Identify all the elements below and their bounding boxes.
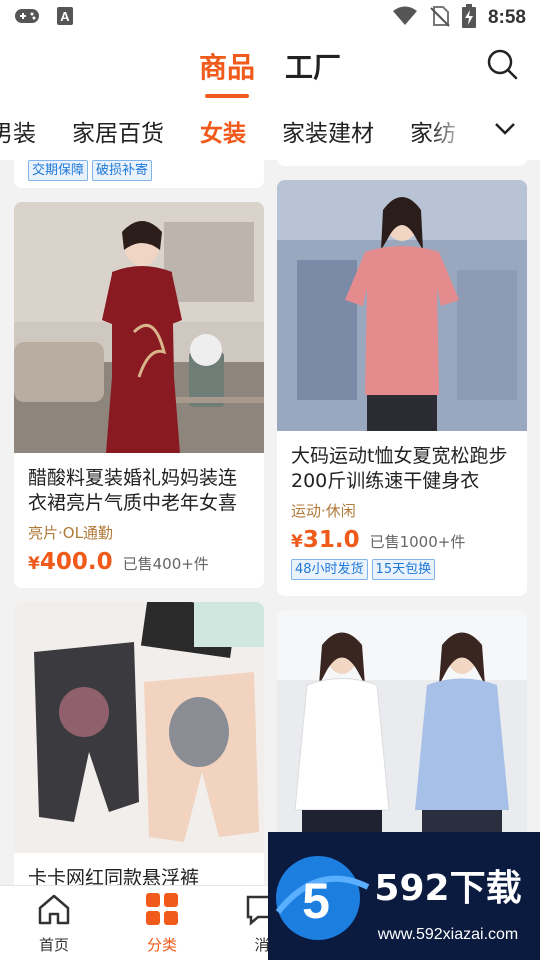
price-currency: ¥ <box>291 532 303 552</box>
main-tabs: 商品 工厂 <box>0 46 540 98</box>
category-fade <box>430 98 470 160</box>
search-icon[interactable] <box>486 48 520 82</box>
sold-count: 已售1000+件 <box>369 533 466 551</box>
tag-badge: 15天包换 <box>371 559 436 580</box>
battery-charging-icon <box>461 4 476 32</box>
product-price: 31.0 <box>302 527 360 553</box>
nav-home[interactable]: 首页 <box>14 892 94 955</box>
price-currency: ¥ <box>28 554 40 574</box>
tag-badge: 破损补寄 <box>92 160 153 181</box>
product-image[interactable] <box>14 602 264 853</box>
wifi-icon <box>392 6 418 30</box>
tag-badge: 交期保障 <box>28 160 89 181</box>
svg-text:A: A <box>60 9 70 24</box>
product-image[interactable] <box>14 202 264 453</box>
home-icon <box>36 894 72 930</box>
product-card[interactable]: 醋酸料夏装婚礼妈妈装连衣裙亮片气质中老年女喜 亮片·OL通勤 ¥ 400.0 已… <box>14 202 264 588</box>
chevron-down-icon[interactable] <box>470 98 540 160</box>
product-title[interactable]: 卡卡网红同款悬浮裤 <box>28 866 250 885</box>
product-title[interactable]: 大码运动t恤女夏宽松跑步200斤训练速干健身衣 <box>291 444 513 494</box>
category-mens[interactable]: 男装 <box>0 114 36 148</box>
tag-badge: 48小时发货 <box>291 559 368 580</box>
gamepad-icon <box>14 7 40 29</box>
nav-category-label: 分类 <box>146 936 177 954</box>
product-title[interactable]: 醋酸料夏装婚礼妈妈装连衣裙亮片气质中老年女喜 <box>28 466 250 516</box>
product-style: 运动·休闲 <box>291 502 356 520</box>
category-building-materials[interactable]: 家装建材 <box>282 114 374 148</box>
category-grid-icon <box>144 893 180 930</box>
watermark-logo: 5 592下载 www.592xiazai.com <box>268 832 540 960</box>
category-home-goods[interactable]: 家居百货 <box>72 114 164 148</box>
no-sim-icon <box>430 5 450 31</box>
tab-factory[interactable]: 工厂 <box>285 46 341 98</box>
watermark-digit: 5 <box>302 873 330 929</box>
watermark-url: www.592xiazai.com <box>377 926 519 943</box>
keyboard-a-icon: A <box>56 6 74 30</box>
nav-category[interactable]: 分类 <box>122 892 202 955</box>
watermark-brand: 592下载 <box>374 868 521 909</box>
status-time: 8:58 <box>487 7 526 28</box>
nav-home-label: 首页 <box>38 936 69 954</box>
product-feed[interactable]: 交期保障 破损补寄 醋酸料夏装婚礼妈妈装连衣裙亮片气质中老年女喜 亮片·OL通勤… <box>0 160 540 885</box>
product-card[interactable] <box>277 160 527 166</box>
header: 商品 工厂 <box>0 36 540 98</box>
product-style: 亮片·OL通勤 <box>28 524 113 542</box>
category-womens[interactable]: 女装 <box>200 114 246 148</box>
product-image[interactable] <box>277 180 527 431</box>
tab-products[interactable]: 商品 <box>199 46 255 98</box>
product-card[interactable]: 大码运动t恤女夏宽松跑步200斤训练速干健身衣 运动·休闲 ¥ 31.0 已售1… <box>277 180 527 596</box>
product-price: 400.0 <box>39 549 113 575</box>
sold-count: 已售400+件 <box>122 555 209 573</box>
product-card[interactable]: 卡卡网红同款悬浮裤 <box>14 602 264 885</box>
category-bar: 男装 家居百货 女装 家装建材 家纺 <box>0 98 540 160</box>
watermark-overlay: 5 592下载 www.592xiazai.com <box>268 832 540 960</box>
status-bar: A 8:58 <box>0 0 540 36</box>
product-card[interactable]: 交期保障 破损补寄 <box>14 160 264 188</box>
